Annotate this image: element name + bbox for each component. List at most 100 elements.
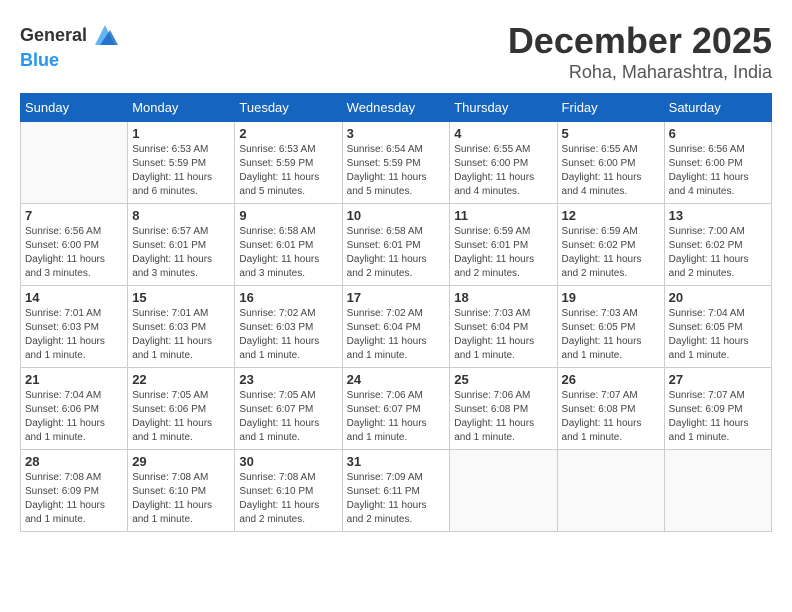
day-number: 4 <box>454 126 552 141</box>
day-info: Sunrise: 7:00 AMSunset: 6:02 PMDaylight:… <box>669 225 767 281</box>
logo-blue: Blue <box>20 50 120 71</box>
day-info: Sunrise: 7:02 AMSunset: 6:04 PMDaylight:… <box>347 307 446 363</box>
day-cell: 21 Sunrise: 7:04 AMSunset: 6:06 PMDayligh… <box>21 368 128 450</box>
day-info: Sunrise: 6:55 AMSunset: 6:00 PMDaylight:… <box>562 143 660 199</box>
day-number: 13 <box>669 208 767 223</box>
day-info: Sunrise: 7:03 AMSunset: 6:05 PMDaylight:… <box>562 307 660 363</box>
day-cell: 7 Sunrise: 6:56 AMSunset: 6:00 PMDaylight… <box>21 204 128 286</box>
day-cell: 14 Sunrise: 7:01 AMSunset: 6:03 PMDayligh… <box>21 286 128 368</box>
day-number: 17 <box>347 290 446 305</box>
day-info: Sunrise: 7:08 AMSunset: 6:10 PMDaylight:… <box>239 471 337 527</box>
day-number: 28 <box>25 454 123 469</box>
day-cell: 25Sunrise: 7:06 AMSunset: 6:08 PMDayligh… <box>450 368 557 450</box>
day-info: Sunrise: 6:59 AMSunset: 6:02 PMDaylight:… <box>562 225 660 281</box>
day-info: Sunrise: 7:05 AMSunset: 6:06 PMDaylight:… <box>132 389 230 445</box>
day-number: 23 <box>239 372 337 387</box>
day-number: 12 <box>562 208 660 223</box>
day-info: Sunrise: 7:07 AMSunset: 6:09 PMDaylight:… <box>669 389 767 445</box>
weekday-header-wednesday: Wednesday <box>342 94 450 122</box>
day-cell: 5 Sunrise: 6:55 AMSunset: 6:00 PMDaylight… <box>557 122 664 204</box>
day-cell: 30 Sunrise: 7:08 AMSunset: 6:10 PMDayligh… <box>235 450 342 532</box>
day-info: Sunrise: 7:06 AMSunset: 6:08 PMDaylight:… <box>454 389 552 445</box>
day-info: Sunrise: 7:08 AMSunset: 6:09 PMDaylight:… <box>25 471 123 527</box>
day-cell: 17 Sunrise: 7:02 AMSunset: 6:04 PMDayligh… <box>342 286 450 368</box>
day-number: 26 <box>562 372 660 387</box>
week-row-2: 7 Sunrise: 6:56 AMSunset: 6:00 PMDaylight… <box>21 204 772 286</box>
day-info: Sunrise: 7:09 AMSunset: 6:11 PMDaylight:… <box>347 471 446 527</box>
weekday-header-tuesday: Tuesday <box>235 94 342 122</box>
day-cell: 9Sunrise: 6:58 AMSunset: 6:01 PMDaylight… <box>235 204 342 286</box>
day-cell: 8Sunrise: 6:57 AMSunset: 6:01 PMDaylight… <box>128 204 235 286</box>
day-cell <box>664 450 771 532</box>
day-number: 20 <box>669 290 767 305</box>
weekday-header-monday: Monday <box>128 94 235 122</box>
day-number: 2 <box>239 126 337 141</box>
day-number: 18 <box>454 290 552 305</box>
day-cell: 29 Sunrise: 7:08 AMSunset: 6:10 PMDayligh… <box>128 450 235 532</box>
day-info: Sunrise: 7:04 AMSunset: 6:06 PMDaylight:… <box>25 389 123 445</box>
day-info: Sunrise: 6:57 AMSunset: 6:01 PMDaylight:… <box>132 225 230 281</box>
week-row-4: 21 Sunrise: 7:04 AMSunset: 6:06 PMDayligh… <box>21 368 772 450</box>
day-cell: 23 Sunrise: 7:05 AMSunset: 6:07 PMDayligh… <box>235 368 342 450</box>
day-cell: 27Sunrise: 7:07 AMSunset: 6:09 PMDayligh… <box>664 368 771 450</box>
day-number: 22 <box>132 372 230 387</box>
day-number: 5 <box>562 126 660 141</box>
location-title: Roha, Maharashtra, India <box>508 62 772 83</box>
day-cell: 6Sunrise: 6:56 AMSunset: 6:00 PMDaylight… <box>664 122 771 204</box>
day-info: Sunrise: 7:01 AMSunset: 6:03 PMDaylight:… <box>25 307 123 363</box>
day-info: Sunrise: 6:58 AMSunset: 6:01 PMDaylight:… <box>347 225 446 281</box>
day-info: Sunrise: 7:02 AMSunset: 6:03 PMDaylight:… <box>239 307 337 363</box>
day-number: 31 <box>347 454 446 469</box>
day-number: 19 <box>562 290 660 305</box>
day-info: Sunrise: 6:54 AMSunset: 5:59 PMDaylight:… <box>347 143 446 199</box>
weekday-header-sunday: Sunday <box>21 94 128 122</box>
weekday-header-thursday: Thursday <box>450 94 557 122</box>
day-cell: 16 Sunrise: 7:02 AMSunset: 6:03 PMDayligh… <box>235 286 342 368</box>
day-number: 29 <box>132 454 230 469</box>
day-cell: 22 Sunrise: 7:05 AMSunset: 6:06 PMDayligh… <box>128 368 235 450</box>
day-cell: 12 Sunrise: 6:59 AMSunset: 6:02 PMDayligh… <box>557 204 664 286</box>
title-area: December 2025 Roha, Maharashtra, India <box>508 20 772 83</box>
day-cell <box>450 450 557 532</box>
day-cell: 2 Sunrise: 6:53 AMSunset: 5:59 PMDaylight… <box>235 122 342 204</box>
day-cell: 31 Sunrise: 7:09 AMSunset: 6:11 PMDayligh… <box>342 450 450 532</box>
day-number: 21 <box>25 372 123 387</box>
day-cell: 20Sunrise: 7:04 AMSunset: 6:05 PMDayligh… <box>664 286 771 368</box>
day-cell <box>557 450 664 532</box>
day-info: Sunrise: 6:55 AMSunset: 6:00 PMDaylight:… <box>454 143 552 199</box>
day-number: 24 <box>347 372 446 387</box>
month-title: December 2025 <box>508 20 772 62</box>
day-info: Sunrise: 7:03 AMSunset: 6:04 PMDaylight:… <box>454 307 552 363</box>
day-cell: 18 Sunrise: 7:03 AMSunset: 6:04 PMDayligh… <box>450 286 557 368</box>
day-info: Sunrise: 7:01 AMSunset: 6:03 PMDaylight:… <box>132 307 230 363</box>
day-number: 15 <box>132 290 230 305</box>
day-number: 11 <box>454 208 552 223</box>
day-number: 7 <box>25 208 123 223</box>
day-number: 16 <box>239 290 337 305</box>
day-cell: 4 Sunrise: 6:55 AMSunset: 6:00 PMDaylight… <box>450 122 557 204</box>
calendar: SundayMondayTuesdayWednesdayThursdayFrid… <box>20 93 772 532</box>
weekday-header-saturday: Saturday <box>664 94 771 122</box>
day-number: 14 <box>25 290 123 305</box>
day-info: Sunrise: 6:56 AMSunset: 6:00 PMDaylight:… <box>25 225 123 281</box>
day-info: Sunrise: 6:58 AMSunset: 6:01 PMDaylight:… <box>239 225 337 281</box>
day-cell: 3 Sunrise: 6:54 AMSunset: 5:59 PMDaylight… <box>342 122 450 204</box>
day-number: 10 <box>347 208 446 223</box>
day-cell: 13 Sunrise: 7:00 AMSunset: 6:02 PMDayligh… <box>664 204 771 286</box>
day-cell: 11 Sunrise: 6:59 AMSunset: 6:01 PMDayligh… <box>450 204 557 286</box>
day-number: 6 <box>669 126 767 141</box>
day-cell <box>21 122 128 204</box>
day-cell: 26Sunrise: 7:07 AMSunset: 6:08 PMDayligh… <box>557 368 664 450</box>
day-info: Sunrise: 7:08 AMSunset: 6:10 PMDaylight:… <box>132 471 230 527</box>
logo: General Blue <box>20 20 120 71</box>
day-number: 30 <box>239 454 337 469</box>
day-number: 3 <box>347 126 446 141</box>
day-cell: 24 Sunrise: 7:06 AMSunset: 6:07 PMDayligh… <box>342 368 450 450</box>
day-number: 1 <box>132 126 230 141</box>
day-info: Sunrise: 7:06 AMSunset: 6:07 PMDaylight:… <box>347 389 446 445</box>
day-info: Sunrise: 6:59 AMSunset: 6:01 PMDaylight:… <box>454 225 552 281</box>
weekday-header-row: SundayMondayTuesdayWednesdayThursdayFrid… <box>21 94 772 122</box>
day-info: Sunrise: 7:05 AMSunset: 6:07 PMDaylight:… <box>239 389 337 445</box>
weekday-header-friday: Friday <box>557 94 664 122</box>
day-info: Sunrise: 6:53 AMSunset: 5:59 PMDaylight:… <box>239 143 337 199</box>
